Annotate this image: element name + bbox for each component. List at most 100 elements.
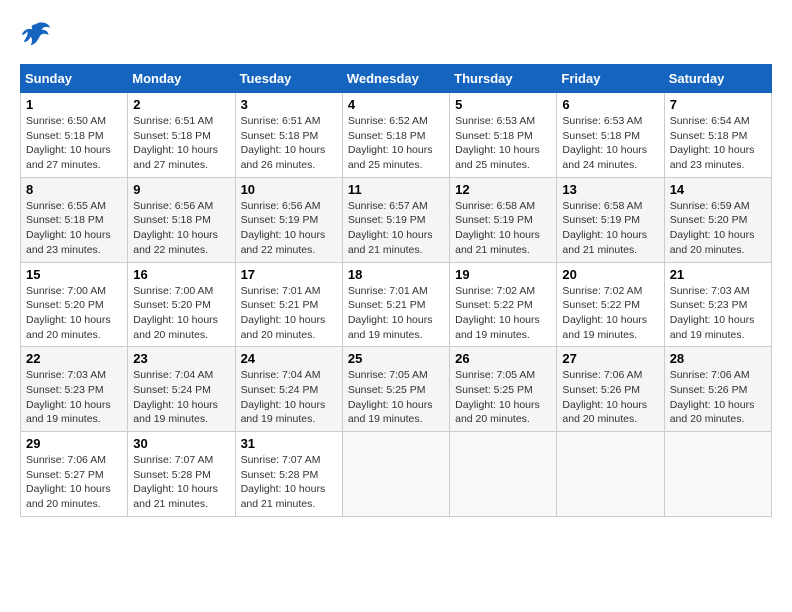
day-info: Sunrise: 6:55 AM Sunset: 5:18 PM Dayligh… (26, 199, 122, 258)
day-info: Sunrise: 7:04 AM Sunset: 5:24 PM Dayligh… (133, 368, 229, 427)
calendar-table: SundayMondayTuesdayWednesdayThursdayFrid… (20, 64, 772, 517)
day-info: Sunrise: 7:01 AM Sunset: 5:21 PM Dayligh… (348, 284, 444, 343)
calendar-day-cell: 25 Sunrise: 7:05 AM Sunset: 5:25 PM Dayl… (342, 347, 449, 432)
day-number: 24 (241, 351, 337, 366)
calendar-day-cell: 10 Sunrise: 6:56 AM Sunset: 5:19 PM Dayl… (235, 177, 342, 262)
calendar-day-cell (450, 432, 557, 517)
logo-icon (20, 20, 52, 48)
calendar-day-cell: 15 Sunrise: 7:00 AM Sunset: 5:20 PM Dayl… (21, 262, 128, 347)
day-info: Sunrise: 6:56 AM Sunset: 5:19 PM Dayligh… (241, 199, 337, 258)
day-info: Sunrise: 7:06 AM Sunset: 5:26 PM Dayligh… (670, 368, 766, 427)
day-number: 8 (26, 182, 122, 197)
calendar-day-cell: 9 Sunrise: 6:56 AM Sunset: 5:18 PM Dayli… (128, 177, 235, 262)
calendar-day-cell: 11 Sunrise: 6:57 AM Sunset: 5:19 PM Dayl… (342, 177, 449, 262)
calendar-day-cell: 4 Sunrise: 6:52 AM Sunset: 5:18 PM Dayli… (342, 93, 449, 178)
calendar-day-cell (557, 432, 664, 517)
calendar-day-cell: 24 Sunrise: 7:04 AM Sunset: 5:24 PM Dayl… (235, 347, 342, 432)
day-number: 19 (455, 267, 551, 282)
calendar-day-cell: 13 Sunrise: 6:58 AM Sunset: 5:19 PM Dayl… (557, 177, 664, 262)
calendar-day-cell: 31 Sunrise: 7:07 AM Sunset: 5:28 PM Dayl… (235, 432, 342, 517)
calendar-week-row: 1 Sunrise: 6:50 AM Sunset: 5:18 PM Dayli… (21, 93, 772, 178)
day-info: Sunrise: 6:59 AM Sunset: 5:20 PM Dayligh… (670, 199, 766, 258)
calendar-day-cell: 22 Sunrise: 7:03 AM Sunset: 5:23 PM Dayl… (21, 347, 128, 432)
day-info: Sunrise: 7:05 AM Sunset: 5:25 PM Dayligh… (348, 368, 444, 427)
calendar-day-cell (664, 432, 771, 517)
day-number: 23 (133, 351, 229, 366)
day-info: Sunrise: 7:04 AM Sunset: 5:24 PM Dayligh… (241, 368, 337, 427)
day-info: Sunrise: 6:51 AM Sunset: 5:18 PM Dayligh… (133, 114, 229, 173)
page-header (20, 20, 772, 48)
day-number: 31 (241, 436, 337, 451)
day-number: 20 (562, 267, 658, 282)
day-info: Sunrise: 6:53 AM Sunset: 5:18 PM Dayligh… (455, 114, 551, 173)
day-info: Sunrise: 7:01 AM Sunset: 5:21 PM Dayligh… (241, 284, 337, 343)
calendar-day-cell (342, 432, 449, 517)
day-number: 15 (26, 267, 122, 282)
logo (20, 20, 58, 48)
calendar-day-cell: 23 Sunrise: 7:04 AM Sunset: 5:24 PM Dayl… (128, 347, 235, 432)
day-number: 2 (133, 97, 229, 112)
day-info: Sunrise: 6:52 AM Sunset: 5:18 PM Dayligh… (348, 114, 444, 173)
day-number: 10 (241, 182, 337, 197)
day-info: Sunrise: 7:03 AM Sunset: 5:23 PM Dayligh… (670, 284, 766, 343)
day-info: Sunrise: 7:06 AM Sunset: 5:26 PM Dayligh… (562, 368, 658, 427)
calendar-day-cell: 16 Sunrise: 7:00 AM Sunset: 5:20 PM Dayl… (128, 262, 235, 347)
calendar-day-cell: 17 Sunrise: 7:01 AM Sunset: 5:21 PM Dayl… (235, 262, 342, 347)
calendar-day-cell: 7 Sunrise: 6:54 AM Sunset: 5:18 PM Dayli… (664, 93, 771, 178)
weekday-header: Sunday (21, 65, 128, 93)
day-info: Sunrise: 7:06 AM Sunset: 5:27 PM Dayligh… (26, 453, 122, 512)
day-info: Sunrise: 6:57 AM Sunset: 5:19 PM Dayligh… (348, 199, 444, 258)
day-number: 22 (26, 351, 122, 366)
day-info: Sunrise: 7:07 AM Sunset: 5:28 PM Dayligh… (241, 453, 337, 512)
calendar-day-cell: 19 Sunrise: 7:02 AM Sunset: 5:22 PM Dayl… (450, 262, 557, 347)
calendar-week-row: 29 Sunrise: 7:06 AM Sunset: 5:27 PM Dayl… (21, 432, 772, 517)
day-info: Sunrise: 7:07 AM Sunset: 5:28 PM Dayligh… (133, 453, 229, 512)
calendar-day-cell: 21 Sunrise: 7:03 AM Sunset: 5:23 PM Dayl… (664, 262, 771, 347)
calendar-day-cell: 30 Sunrise: 7:07 AM Sunset: 5:28 PM Dayl… (128, 432, 235, 517)
day-number: 13 (562, 182, 658, 197)
day-number: 6 (562, 97, 658, 112)
day-info: Sunrise: 6:50 AM Sunset: 5:18 PM Dayligh… (26, 114, 122, 173)
calendar-day-cell: 29 Sunrise: 7:06 AM Sunset: 5:27 PM Dayl… (21, 432, 128, 517)
day-number: 11 (348, 182, 444, 197)
day-number: 4 (348, 97, 444, 112)
calendar-day-cell: 14 Sunrise: 6:59 AM Sunset: 5:20 PM Dayl… (664, 177, 771, 262)
day-info: Sunrise: 6:58 AM Sunset: 5:19 PM Dayligh… (562, 199, 658, 258)
calendar-day-cell: 28 Sunrise: 7:06 AM Sunset: 5:26 PM Dayl… (664, 347, 771, 432)
calendar-week-row: 15 Sunrise: 7:00 AM Sunset: 5:20 PM Dayl… (21, 262, 772, 347)
day-number: 14 (670, 182, 766, 197)
day-number: 25 (348, 351, 444, 366)
day-number: 7 (670, 97, 766, 112)
calendar-day-cell: 27 Sunrise: 7:06 AM Sunset: 5:26 PM Dayl… (557, 347, 664, 432)
calendar-day-cell: 5 Sunrise: 6:53 AM Sunset: 5:18 PM Dayli… (450, 93, 557, 178)
day-number: 28 (670, 351, 766, 366)
weekday-header: Thursday (450, 65, 557, 93)
day-info: Sunrise: 7:02 AM Sunset: 5:22 PM Dayligh… (562, 284, 658, 343)
calendar-day-cell: 26 Sunrise: 7:05 AM Sunset: 5:25 PM Dayl… (450, 347, 557, 432)
day-info: Sunrise: 6:51 AM Sunset: 5:18 PM Dayligh… (241, 114, 337, 173)
calendar-day-cell: 3 Sunrise: 6:51 AM Sunset: 5:18 PM Dayli… (235, 93, 342, 178)
weekday-header: Friday (557, 65, 664, 93)
calendar-day-cell: 12 Sunrise: 6:58 AM Sunset: 5:19 PM Dayl… (450, 177, 557, 262)
day-number: 21 (670, 267, 766, 282)
calendar-day-cell: 20 Sunrise: 7:02 AM Sunset: 5:22 PM Dayl… (557, 262, 664, 347)
day-number: 16 (133, 267, 229, 282)
day-number: 27 (562, 351, 658, 366)
calendar-week-row: 22 Sunrise: 7:03 AM Sunset: 5:23 PM Dayl… (21, 347, 772, 432)
day-info: Sunrise: 6:53 AM Sunset: 5:18 PM Dayligh… (562, 114, 658, 173)
day-number: 12 (455, 182, 551, 197)
calendar-day-cell: 6 Sunrise: 6:53 AM Sunset: 5:18 PM Dayli… (557, 93, 664, 178)
calendar-day-cell: 2 Sunrise: 6:51 AM Sunset: 5:18 PM Dayli… (128, 93, 235, 178)
day-number: 29 (26, 436, 122, 451)
weekday-header: Wednesday (342, 65, 449, 93)
day-number: 9 (133, 182, 229, 197)
calendar-day-cell: 18 Sunrise: 7:01 AM Sunset: 5:21 PM Dayl… (342, 262, 449, 347)
calendar-day-cell: 8 Sunrise: 6:55 AM Sunset: 5:18 PM Dayli… (21, 177, 128, 262)
day-number: 17 (241, 267, 337, 282)
day-number: 18 (348, 267, 444, 282)
day-number: 5 (455, 97, 551, 112)
calendar-week-row: 8 Sunrise: 6:55 AM Sunset: 5:18 PM Dayli… (21, 177, 772, 262)
day-info: Sunrise: 7:00 AM Sunset: 5:20 PM Dayligh… (26, 284, 122, 343)
day-info: Sunrise: 6:56 AM Sunset: 5:18 PM Dayligh… (133, 199, 229, 258)
day-number: 30 (133, 436, 229, 451)
